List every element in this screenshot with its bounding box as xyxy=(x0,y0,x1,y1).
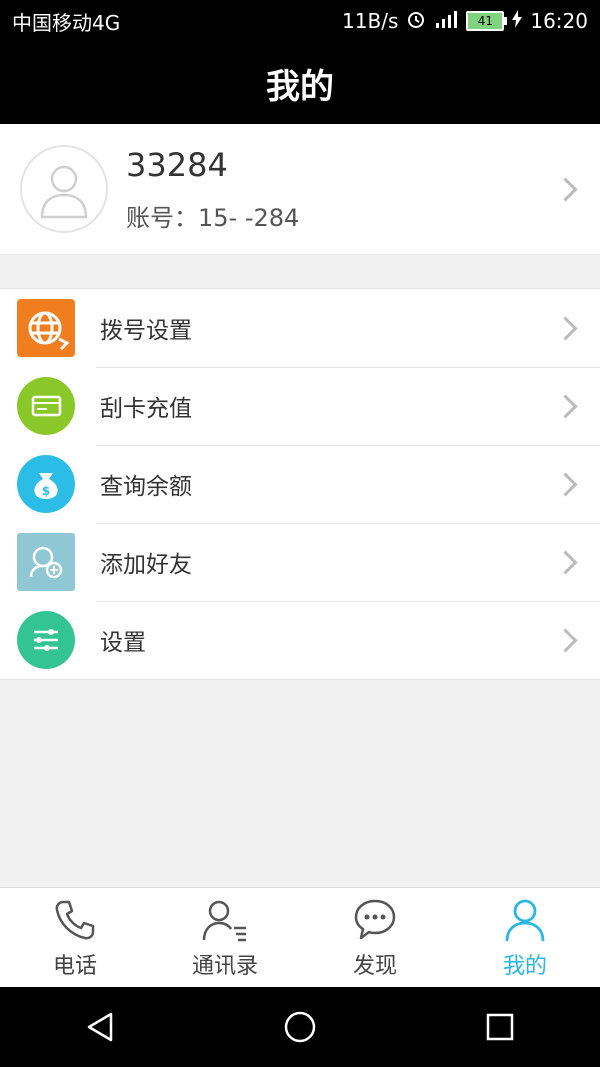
tab-contacts[interactable]: 通讯录 xyxy=(150,888,300,988)
carrier-label: 中国移动4G xyxy=(12,10,121,35)
network-speed: 11B/s xyxy=(342,9,399,33)
tab-discover[interactable]: 发现 xyxy=(300,888,450,988)
menu-item-settings[interactable]: 设置 xyxy=(0,601,600,679)
avatar-person-icon xyxy=(40,165,88,219)
tab-mine[interactable]: 我的 xyxy=(450,888,600,988)
money-bag-icon: $ xyxy=(17,455,75,513)
charging-icon xyxy=(512,9,523,33)
menu-item-label: 拨号设置 xyxy=(100,318,192,344)
menu-item-label: 设置 xyxy=(100,630,146,656)
tab-label: 通讯录 xyxy=(191,954,258,979)
chat-bubble-icon xyxy=(351,896,399,944)
clock-time: 16:20 xyxy=(530,9,588,33)
page-title: 我的 xyxy=(266,66,334,107)
menu-item-label: 查询余额 xyxy=(100,474,192,500)
globe-icon xyxy=(17,299,75,357)
tab-label: 电话 xyxy=(52,954,97,979)
recents-button[interactable] xyxy=(470,997,530,1057)
page-header: 我的 xyxy=(0,42,600,124)
menu-item-dial-settings[interactable]: 拨号设置 xyxy=(0,289,600,367)
svg-text:$: $ xyxy=(42,484,50,498)
chevron-right-icon xyxy=(553,549,578,575)
avatar xyxy=(20,145,108,233)
menu-item-label: 刮卡充值 xyxy=(100,396,192,422)
contacts-icon xyxy=(201,896,249,944)
status-indicators: 11B/s 41 16:20 xyxy=(342,9,588,34)
signal-icon xyxy=(434,9,458,34)
chevron-right-icon xyxy=(553,393,578,419)
chevron-right-icon xyxy=(553,315,578,341)
tab-phone[interactable]: 电话 xyxy=(0,888,150,988)
card-icon xyxy=(17,377,75,435)
alarm-icon xyxy=(406,9,426,34)
tab-label: 我的 xyxy=(502,954,547,979)
recents-square-icon xyxy=(486,1013,514,1041)
add-friend-icon xyxy=(17,533,75,591)
tab-label: 发现 xyxy=(352,954,397,979)
back-triangle-icon xyxy=(87,1012,113,1042)
chevron-right-icon xyxy=(553,176,578,202)
menu-item-add-friend[interactable]: 添加好友 xyxy=(0,523,600,601)
home-circle-icon xyxy=(284,1011,316,1043)
status-bar: 中国移动4G 11B/s 41 16:20 xyxy=(0,0,600,42)
menu-list: 拨号设置 刮卡充值 $ 查询余额 添加好友 设置 xyxy=(0,288,600,680)
system-nav-bar xyxy=(0,987,600,1067)
bottom-tab-bar: 电话 通讯录 发现 我的 xyxy=(0,887,600,988)
profile-card[interactable]: 33284 账号：15- -284 xyxy=(0,124,600,255)
menu-item-label: 添加好友 xyxy=(100,552,192,578)
home-button[interactable] xyxy=(270,997,330,1057)
back-button[interactable] xyxy=(70,997,130,1057)
chevron-right-icon xyxy=(553,627,578,653)
profile-text: 33284 账号：15- -284 xyxy=(126,146,557,233)
profile-account: 账号：15- -284 xyxy=(126,203,300,232)
menu-item-check-balance[interactable]: $ 查询余额 xyxy=(0,445,600,523)
person-icon xyxy=(501,896,549,944)
chevron-right-icon xyxy=(553,471,578,497)
battery-icon: 41 xyxy=(466,11,508,31)
menu-item-card-recharge[interactable]: 刮卡充值 xyxy=(0,367,600,445)
phone-icon xyxy=(51,896,99,944)
profile-name: 33284 xyxy=(126,145,228,184)
sliders-icon xyxy=(17,611,75,669)
